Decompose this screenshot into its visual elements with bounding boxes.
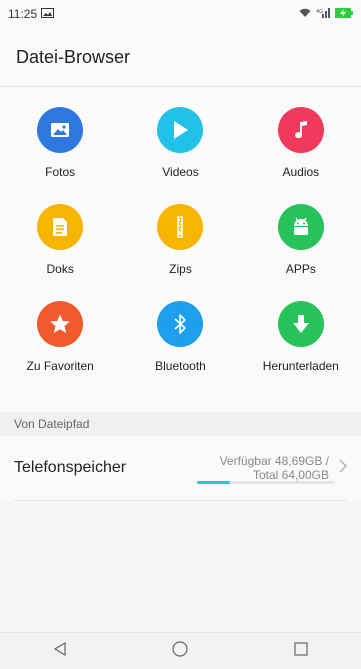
category-grid: Fotos Videos Audios Doks Zips APPs Zu Fa… [0,87,361,412]
app-header: Datei-Browser [0,28,361,87]
recents-icon [294,641,308,661]
back-button[interactable] [40,636,80,666]
status-bar: 11:25 4G [0,0,361,28]
music-note-icon [277,107,324,153]
category-label: Doks [46,262,74,276]
storage-name: Telefonspeicher [14,459,127,476]
category-label: Fotos [45,165,76,179]
image-icon [37,107,84,153]
storage-progress-bar [197,481,335,484]
storage-total: Total 64,00GB [252,468,329,482]
category-label: Audios [282,165,320,179]
storage-available: Verfügbar 48,69GB / [219,454,329,468]
category-favoriten[interactable]: Zu Favoriten [0,301,120,398]
bluetooth-icon [157,301,204,347]
cell-signal-icon: 4G [316,7,330,21]
document-icon [37,204,84,250]
storage-info: Verfügbar 48,69GB / Total 64,00GB [220,454,329,482]
section-title: Von Dateipfad [14,417,90,431]
category-label: APPs [285,262,316,276]
category-label: Bluetooth [155,359,206,373]
category-label: Zips [169,262,192,276]
category-bluetooth[interactable]: Bluetooth [120,301,240,398]
screenshot-icon [41,7,55,21]
category-zips[interactable]: Zips [120,204,240,301]
category-label: Videos [162,165,199,179]
category-audios[interactable]: Audios [241,107,361,204]
star-icon [37,301,84,347]
section-header: Von Dateipfad [0,412,361,436]
storage-progress-fill [197,481,231,484]
category-apps[interactable]: APPs [241,204,361,301]
status-time: 11:25 [8,7,38,21]
back-icon [53,641,67,661]
category-label: Zu Favoriten [26,359,94,373]
recents-button[interactable] [281,636,321,666]
download-icon [277,301,324,347]
page-title: Datei-Browser [16,46,131,67]
category-herunterladen[interactable]: Herunterladen [241,301,361,398]
category-doks[interactable]: Doks [0,204,120,301]
category-videos[interactable]: Videos [120,107,240,204]
category-label: Herunterladen [262,359,339,373]
storage-item-telefonspeicher[interactable]: Telefonspeicher Verfügbar 48,69GB / Tota… [14,436,347,501]
wifi-icon [299,7,311,21]
android-icon [277,204,324,250]
battery-charging-icon [335,7,353,21]
category-fotos[interactable]: Fotos [0,107,120,204]
zip-icon [157,204,204,250]
storage-section: Telefonspeicher Verfügbar 48,69GB / Tota… [0,436,361,501]
chevron-right-icon [339,459,347,478]
home-icon [172,640,189,662]
home-button[interactable] [160,636,200,666]
play-icon [157,107,204,153]
navigation-bar [0,632,361,669]
